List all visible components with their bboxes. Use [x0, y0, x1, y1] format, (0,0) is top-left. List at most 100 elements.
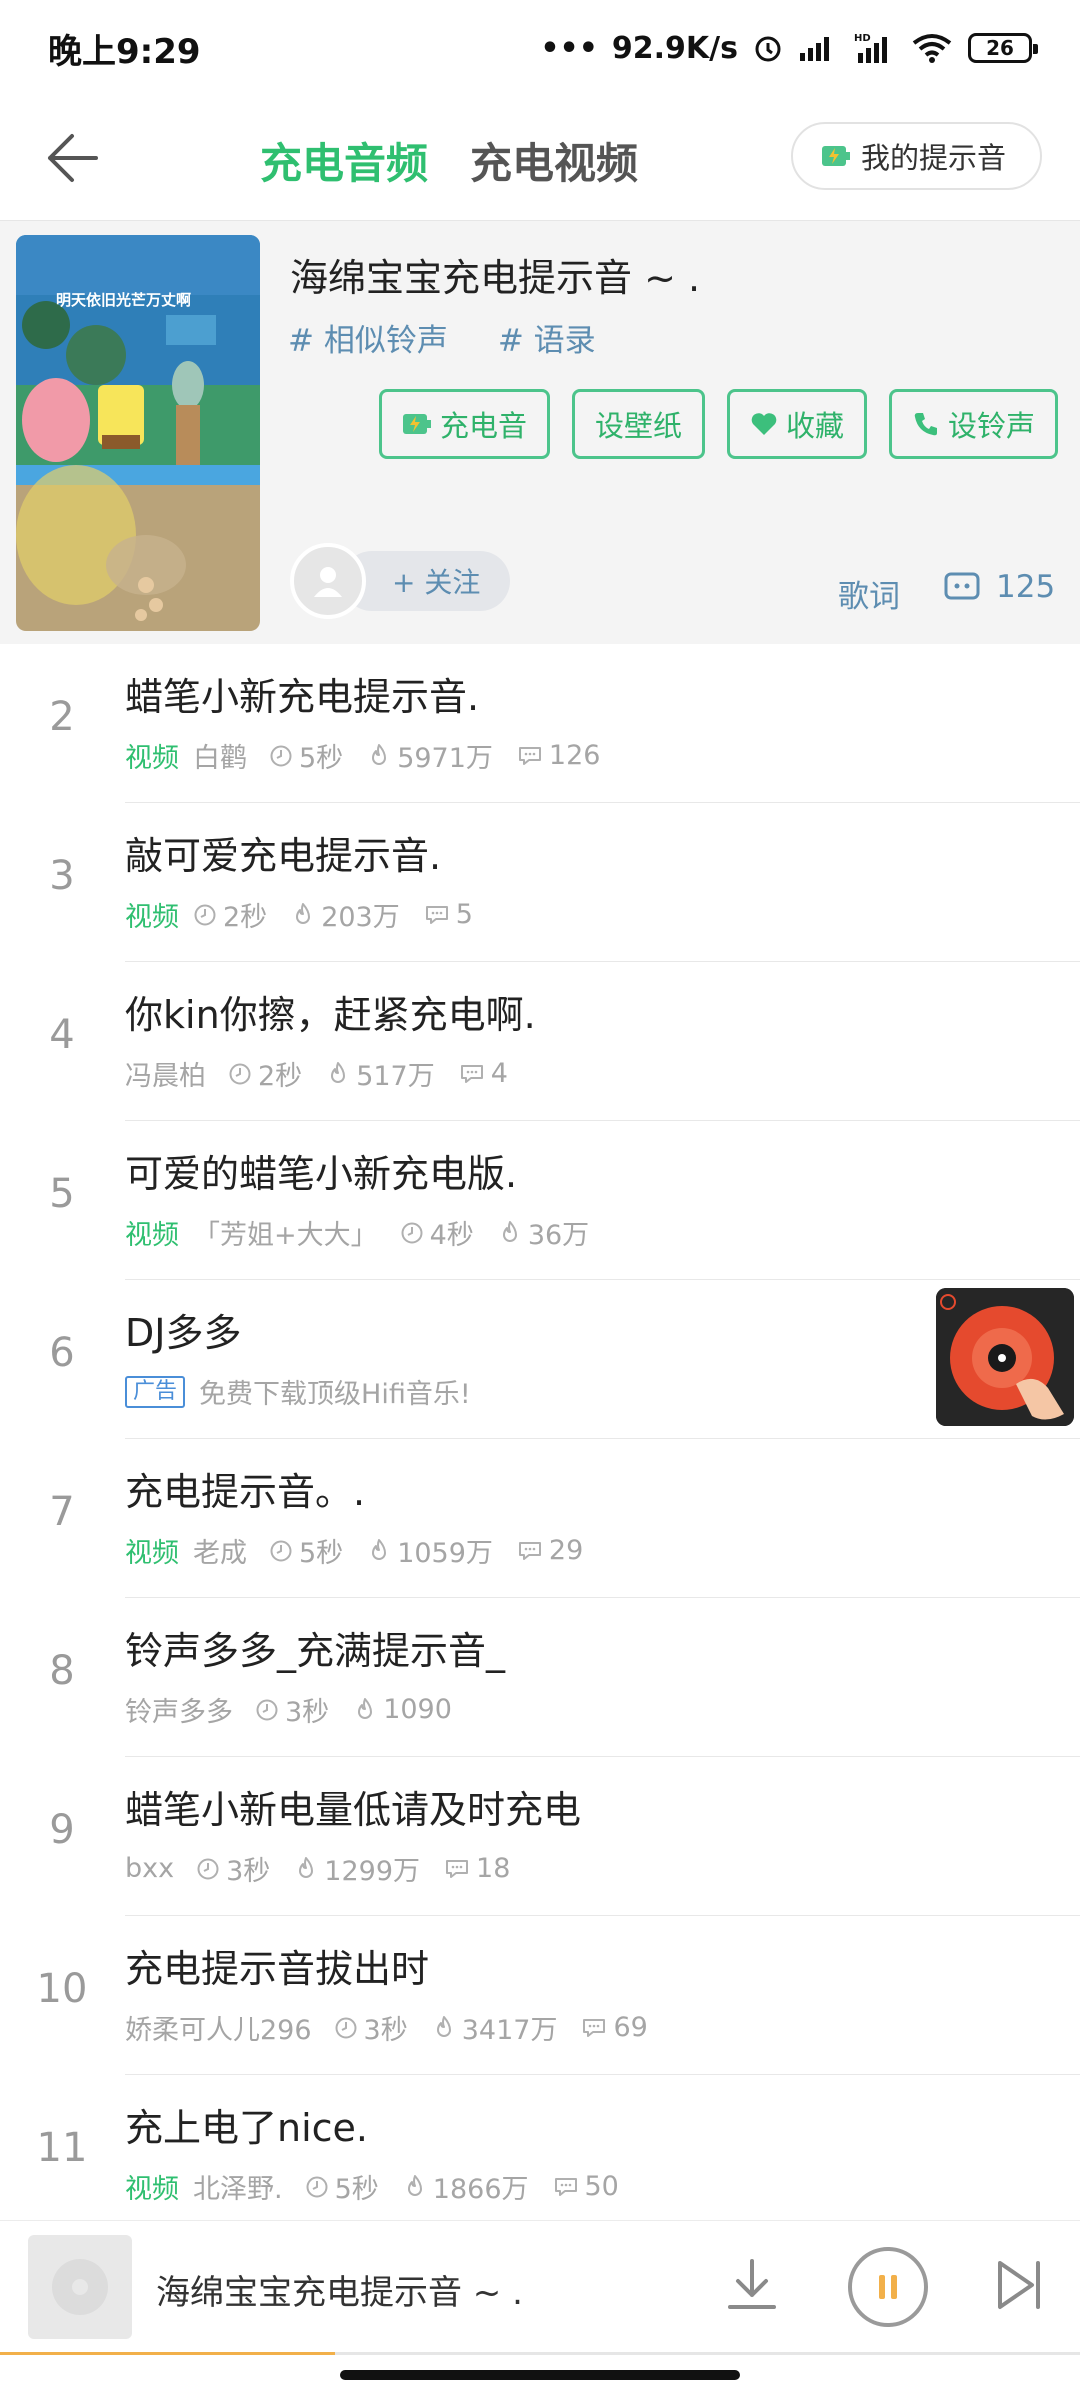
- comments-button[interactable]: 125: [944, 569, 1055, 605]
- play-count-value: 1059万: [397, 1538, 493, 1569]
- tag-list: # 相似铃声 # 语录: [288, 315, 596, 360]
- author-name[interactable]: 铃声多多: [125, 1690, 233, 1729]
- clock-icon: [194, 904, 216, 925]
- list-item[interactable]: 5 可爱的蜡笔小新充电版. 视频 「芳姐+大大」 4秒 36万: [0, 1121, 1080, 1280]
- tab-charge-audio[interactable]: 充电音频: [260, 130, 428, 191]
- player-cover[interactable]: [28, 2235, 132, 2339]
- flame-icon: [407, 2174, 422, 2196]
- signal-hd-icon: HD: [854, 33, 887, 63]
- tab-charge-video[interactable]: 充电视频: [470, 130, 638, 191]
- play-count-value: 5971万: [397, 743, 493, 774]
- list-item[interactable]: 3 敲可爱充电提示音. 视频 2秒 203万 5: [0, 803, 1080, 962]
- tab-bar: 充电音频 充电视频: [260, 130, 638, 191]
- comment-count: 125: [996, 569, 1056, 605]
- item-title: 充电提示音拔出时: [125, 1947, 430, 1991]
- ad-thumbnail[interactable]: [936, 1288, 1074, 1426]
- rank-number: 11: [36, 2125, 88, 2171]
- comment-count-value: 29: [548, 1535, 584, 1566]
- comment-count-value: 4: [490, 1058, 508, 1089]
- author-name[interactable]: 娇柔可人儿296: [125, 2008, 312, 2047]
- list-item[interactable]: 10 充电提示音拔出时 娇柔可人儿296 3秒 3417万 69: [0, 1916, 1080, 2075]
- comment-icon: [518, 1541, 541, 1560]
- list-item[interactable]: 6 DJ多多 广告 免费下载顶级Hifi音乐!: [0, 1280, 1080, 1439]
- battery-charge-icon: [821, 146, 850, 166]
- download-icon[interactable]: [724, 2255, 780, 2315]
- play-count-value: 517万: [356, 1061, 435, 1092]
- video-label[interactable]: 视频: [125, 2167, 179, 2206]
- list-item[interactable]: 2 蜡笔小新充电提示音. 视频 白鹳 5秒 5971万 126: [0, 644, 1080, 803]
- list-item[interactable]: 11 充上电了nice. 视频 北泽野. 5秒 1866万 50: [0, 2075, 1080, 2234]
- flame-icon: [331, 1061, 346, 1083]
- video-label[interactable]: 视频: [125, 736, 179, 775]
- player-title[interactable]: 海绵宝宝充电提示音 ~ .: [156, 2265, 523, 2314]
- home-indicator[interactable]: [340, 2370, 740, 2380]
- comment-icon: [518, 746, 541, 765]
- author-name[interactable]: 白鹳: [193, 736, 247, 775]
- heart-icon: [751, 413, 777, 435]
- comment-icon: [944, 572, 980, 600]
- avatar[interactable]: [290, 543, 366, 619]
- list-item[interactable]: 4 你kin你擦，赶紧充电啊. 冯晨柏 2秒 517万 4: [0, 962, 1080, 1121]
- play-count: 1299万: [294, 1849, 420, 1888]
- clock-icon: [306, 2176, 328, 2197]
- set-charge-sound-button[interactable]: 充电音: [378, 389, 550, 459]
- set-ringtone-label: 设铃声: [947, 409, 1035, 443]
- author-name[interactable]: bxx: [125, 1853, 174, 1884]
- video-label[interactable]: 视频: [125, 1213, 179, 1252]
- play-count: 1090: [353, 1694, 452, 1725]
- rank-number: 9: [49, 1807, 75, 1853]
- clock-icon: [335, 2017, 357, 2038]
- duration: 3秒: [255, 1690, 329, 1729]
- track-title: 海绵宝宝充电提示音 ~ .: [290, 256, 701, 300]
- favorite-button[interactable]: 收藏: [726, 389, 867, 459]
- clock-icon: [401, 1222, 423, 1243]
- item-title: 充上电了nice.: [125, 2106, 368, 2150]
- tag-quotes[interactable]: # 语录: [498, 315, 596, 360]
- author-name[interactable]: 老成: [193, 1531, 247, 1570]
- favorite-label: 收藏: [785, 409, 844, 443]
- lyrics-button[interactable]: 歌词: [838, 571, 900, 616]
- video-label[interactable]: 视频: [125, 1531, 179, 1570]
- back-arrow-icon[interactable]: [36, 124, 104, 192]
- duration: 3秒: [334, 2008, 408, 2047]
- pause-button[interactable]: [848, 2247, 928, 2327]
- rank-number: 10: [36, 1966, 88, 2012]
- clock: 晚上9:29: [48, 31, 201, 72]
- cover-image[interactable]: 明天依旧光芒万丈啊: [16, 235, 260, 631]
- list-item[interactable]: 7 充电提示音。. 视频 老成 5秒 1059万 29: [0, 1439, 1080, 1598]
- battery-level: 26: [986, 36, 1014, 60]
- video-label[interactable]: 视频: [125, 895, 179, 934]
- disc-icon: [52, 2259, 108, 2315]
- author-name[interactable]: 北泽野.: [193, 2167, 283, 2206]
- ringtone-list: 2 蜡笔小新充电提示音. 视频 白鹳 5秒 5971万 126 3 敲可爱充电提示音. 视频 2…: [0, 644, 1080, 2234]
- playback-progress[interactable]: [0, 2352, 1080, 2355]
- item-title: 你kin你擦，赶紧充电啊.: [125, 993, 536, 1037]
- author-name[interactable]: 冯晨柏: [125, 1054, 206, 1093]
- status-icons: ••• 92.9K/s HD 26: [540, 31, 1038, 66]
- duration: 5秒: [269, 1531, 343, 1570]
- rank-number: 2: [49, 694, 75, 740]
- author-name[interactable]: 「芳姐+大大」: [193, 1213, 378, 1252]
- duration: 5秒: [305, 2167, 379, 2206]
- now-playing-card: 明天依旧光芒万丈啊 海绵宝宝充电提示音 ~ . # 相似铃声 # 语录 充电音 …: [0, 220, 1080, 644]
- list-item[interactable]: 9 蜡笔小新电量低请及时充电 bxx 3秒 1299万 18: [0, 1757, 1080, 1916]
- duration-value: 3秒: [285, 1697, 330, 1728]
- battery-charge-icon: [402, 414, 431, 434]
- duration: 2秒: [193, 895, 267, 934]
- status-bar: 晚上9:29 ••• 92.9K/s HD 26: [0, 0, 1080, 96]
- comment-count: 50: [553, 2171, 619, 2202]
- clock-icon: [256, 1699, 278, 1720]
- flame-icon: [502, 1220, 517, 1242]
- set-ringtone-button[interactable]: 设铃声: [888, 389, 1058, 459]
- next-track-icon[interactable]: [994, 2257, 1044, 2313]
- comment-count: 5: [424, 899, 473, 930]
- follow-button[interactable]: + 关注: [342, 551, 511, 611]
- duration-value: 5秒: [334, 2174, 379, 2205]
- list-item[interactable]: 8 铃声多多_充满提示音_ 铃声多多 3秒 1090: [0, 1598, 1080, 1757]
- item-meta: 视频 北泽野. 5秒 1866万 50: [125, 2167, 643, 2206]
- play-count-value: 1299万: [324, 1856, 421, 1887]
- my-tone-button[interactable]: 我的提示音: [790, 122, 1042, 190]
- set-wallpaper-button[interactable]: 设壁纸: [571, 389, 705, 459]
- tag-similar-ringtones[interactable]: # 相似铃声: [288, 315, 448, 360]
- duration: 4秒: [400, 1213, 474, 1252]
